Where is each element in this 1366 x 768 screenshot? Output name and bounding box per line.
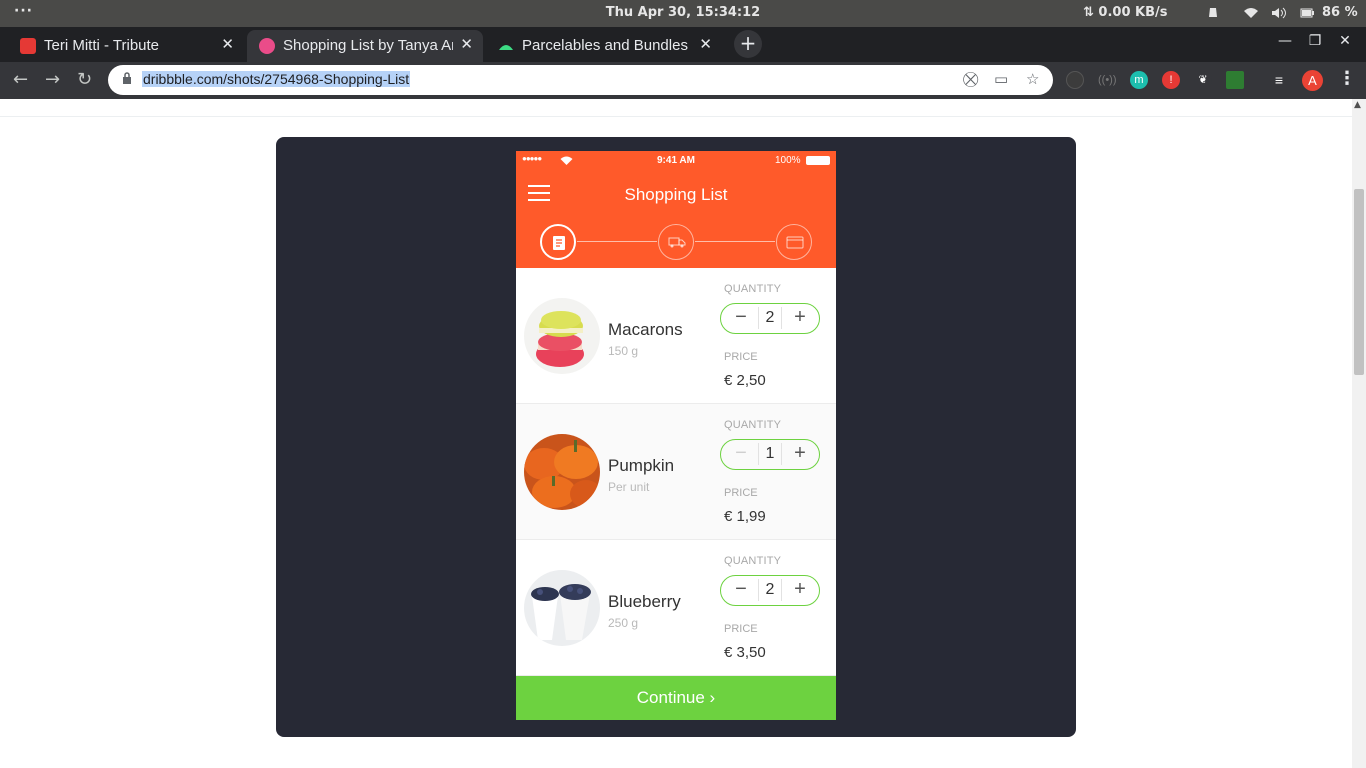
list-document-icon <box>553 236 565 250</box>
price-label: PRICE <box>724 623 758 635</box>
phone-status-bar: ●●●●● 9:41 AM 100% <box>516 154 836 169</box>
youtube-favicon-icon <box>20 38 36 54</box>
android-favicon-icon <box>498 38 514 54</box>
tab-title: Parcelables and Bundles <box>522 37 688 54</box>
price-label: PRICE <box>724 487 758 499</box>
wifi-icon <box>1243 8 1258 18</box>
quantity-value: 2 <box>758 579 782 601</box>
back-icon[interactable]: ← <box>13 69 28 90</box>
browser-toolbar: ← → ↻ dribbble.com/shots/2754968-Shoppin… <box>0 62 1366 99</box>
cast-icon[interactable]: ▭ <box>994 70 1008 88</box>
delivery-truck-icon <box>668 237 686 248</box>
increase-button[interactable]: + <box>787 304 813 332</box>
phone-battery-percent: 100% <box>775 155 801 166</box>
quantity-label: QUANTITY <box>724 283 782 295</box>
increase-button[interactable]: + <box>787 440 813 468</box>
product-name: Pumpkin <box>608 456 675 475</box>
pumpkin-image <box>524 434 600 510</box>
tab-teri-mitti[interactable]: Teri Mitti - Tribute ✕ <box>8 30 244 62</box>
scrollbar-thumb[interactable] <box>1354 189 1364 375</box>
battery-icon <box>1300 8 1314 18</box>
extension-red-icon[interactable]: ! <box>1162 71 1180 89</box>
extension-green-icon[interactable] <box>1226 71 1244 89</box>
quantity-label: QUANTITY <box>724 555 782 567</box>
macarons-image <box>524 298 600 374</box>
url-text[interactable]: dribbble.com/shots/2754968-Shopping-List <box>142 71 411 87</box>
tab-shopping-list[interactable]: Shopping List by Tanya Ar ✕ <box>247 30 483 62</box>
reload-icon[interactable]: ↻ <box>77 69 92 90</box>
extension-record-icon[interactable] <box>1066 71 1084 89</box>
phone-battery-icon <box>806 156 830 165</box>
system-top-bar: ··· Thu Apr 30, 15:34:12 ⇅ 0.00 KB/s 86 … <box>0 0 1366 27</box>
close-tab-icon[interactable]: ✕ <box>460 35 473 53</box>
quantity-stepper: − 2 + <box>720 303 820 334</box>
notification-icon <box>1209 8 1217 17</box>
extension-gecko-icon[interactable]: ❦ <box>1194 71 1212 89</box>
credit-card-icon <box>786 236 804 249</box>
close-tab-icon[interactable]: ✕ <box>699 35 712 53</box>
tab-title: Teri Mitti - Tribute <box>44 37 160 54</box>
bookmark-star-icon[interactable]: ☆ <box>1026 70 1039 88</box>
system-tray-icons[interactable] <box>1208 5 1314 23</box>
tab-strip: Teri Mitti - Tribute ✕ Shopping List by … <box>0 27 1366 62</box>
product-unit: 150 g <box>608 344 639 358</box>
new-tab-button[interactable]: + <box>734 30 762 58</box>
maximize-icon[interactable]: ❐ <box>1300 33 1330 49</box>
profile-avatar[interactable]: A <box>1302 70 1323 91</box>
product-name: Blueberry <box>608 592 681 611</box>
screen-title: Shopping List <box>624 185 728 204</box>
price-value: € 2,50 <box>724 372 766 389</box>
blocked-content-icon[interactable]: ⛒ <box>963 70 978 88</box>
minimize-icon[interactable]: — <box>1270 33 1300 49</box>
network-speed: ⇅ 0.00 KB/s <box>1083 5 1168 20</box>
list-item: Blueberry 250 g QUANTITY − 2 + PRICE € 3… <box>516 540 836 676</box>
lock-icon <box>123 72 131 84</box>
list-item: Pumpkin Per unit QUANTITY − 1 + PRICE € … <box>516 404 836 540</box>
browser-menu-icon[interactable]: ⋮ <box>1338 68 1356 89</box>
quantity-value: 2 <box>758 307 782 329</box>
app-header: ●●●●● 9:41 AM 100% Shopping List <box>516 151 836 268</box>
step-payment[interactable] <box>776 224 812 260</box>
forward-icon[interactable]: → <box>45 69 60 90</box>
tab-title: Shopping List by Tanya Ar <box>283 37 453 54</box>
continue-button[interactable]: Continue › <box>516 676 836 720</box>
decrease-button[interactable]: − <box>728 576 754 604</box>
quantity-label: QUANTITY <box>724 419 782 431</box>
window-controls: — ❐ ✕ <box>1270 33 1360 49</box>
close-tab-icon[interactable]: ✕ <box>221 35 234 53</box>
step-list[interactable] <box>540 224 576 260</box>
price-value: € 3,50 <box>724 644 766 661</box>
product-unit: 250 g <box>608 616 639 630</box>
decrease-button[interactable]: − <box>728 304 754 332</box>
step-delivery[interactable] <box>658 224 694 260</box>
decrease-button[interactable]: − <box>728 440 754 468</box>
phone-mockup: ●●●●● 9:41 AM 100% Shopping List Macaron… <box>516 151 836 720</box>
blueberry-image <box>524 570 600 646</box>
extension-m-icon[interactable]: m <box>1130 71 1148 89</box>
scroll-up-arrow-icon[interactable]: ▲ <box>1354 100 1361 110</box>
close-window-icon[interactable]: ✕ <box>1330 33 1360 49</box>
product-name: Macarons <box>608 320 683 339</box>
step-connector <box>695 241 775 242</box>
media-playlist-icon[interactable]: ≡ <box>1270 71 1288 89</box>
address-bar[interactable]: dribbble.com/shots/2754968-Shopping-List… <box>108 65 1053 95</box>
dribbble-favicon-icon <box>259 38 275 54</box>
checkout-steps <box>516 224 836 260</box>
header-divider <box>0 116 1352 117</box>
increase-button[interactable]: + <box>787 576 813 604</box>
quantity-stepper: − 1 + <box>720 439 820 470</box>
step-connector <box>577 241 657 242</box>
quantity-value: 1 <box>758 443 782 465</box>
volume-icon <box>1272 7 1287 19</box>
extension-broadcast-icon[interactable]: ((•)) <box>1098 71 1117 89</box>
list-item: Macarons 150 g QUANTITY − 2 + PRICE € 2,… <box>516 268 836 404</box>
battery-percent: 86 % <box>1322 5 1358 20</box>
quantity-stepper: − 2 + <box>720 575 820 606</box>
price-value: € 1,99 <box>724 508 766 525</box>
tab-parcelables[interactable]: Parcelables and Bundles ✕ <box>486 30 722 62</box>
product-unit: Per unit <box>608 480 650 494</box>
price-label: PRICE <box>724 351 758 363</box>
